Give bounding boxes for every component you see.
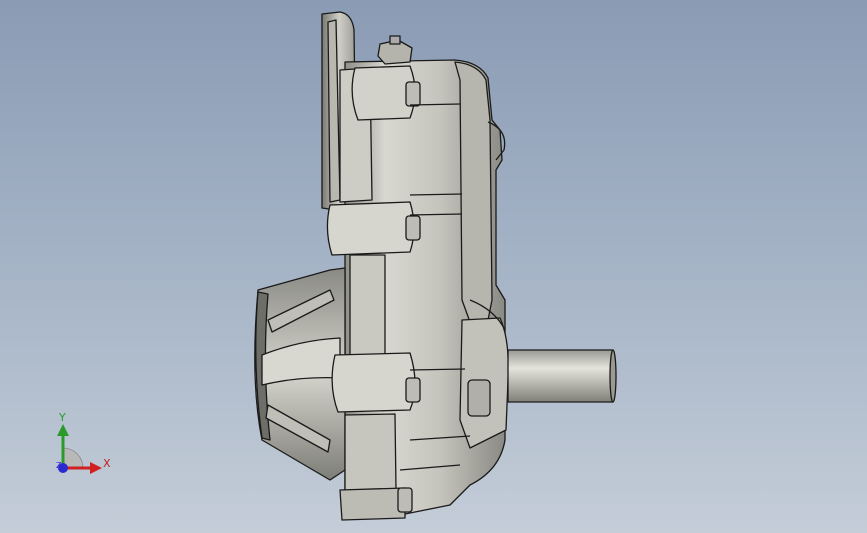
triad-y-label: Y <box>59 411 66 424</box>
triad-x-label: X <box>103 457 111 470</box>
gearbox-model-icon[interactable] <box>0 0 867 533</box>
graphics-viewport[interactable]: Y X Z <box>0 0 867 533</box>
view-orientation-triad[interactable]: Y X Z <box>40 410 120 480</box>
triad-z-label: Z <box>56 461 62 470</box>
